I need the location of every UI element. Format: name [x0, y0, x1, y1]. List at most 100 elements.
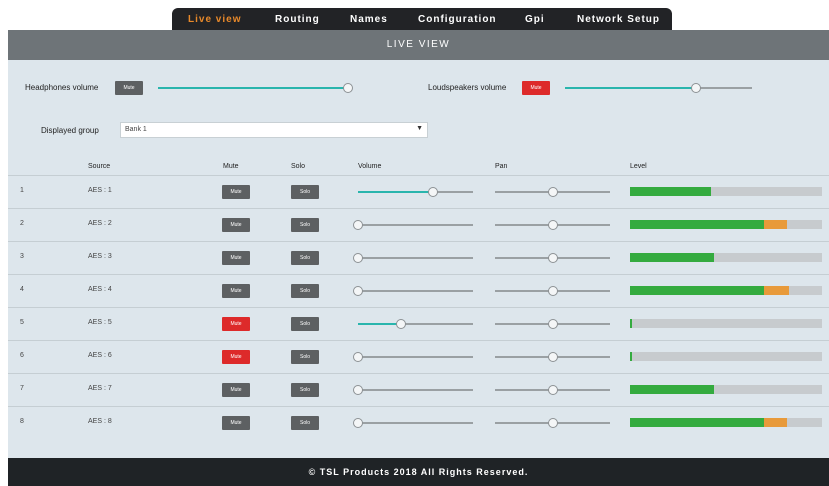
nav-names[interactable]: Names	[350, 14, 388, 25]
channel-number: 2	[20, 220, 24, 227]
slider-knob[interactable]	[547, 385, 558, 395]
headphones-mute-button[interactable]: Mute	[115, 81, 143, 95]
table-row: 2 AES : 2 Mute Solo	[8, 208, 829, 241]
volume-slider[interactable]	[353, 385, 473, 395]
solo-button[interactable]: Solo	[291, 284, 319, 298]
nav-live-view[interactable]: Live view	[188, 14, 241, 25]
slider-knob[interactable]	[427, 187, 438, 197]
solo-button[interactable]: Solo	[291, 218, 319, 232]
headphones-volume-slider[interactable]	[158, 83, 353, 93]
pan-slider[interactable]	[495, 220, 610, 230]
level-meter	[630, 286, 822, 295]
volume-slider[interactable]	[353, 352, 473, 362]
slider-knob[interactable]	[547, 220, 558, 230]
slider-knob[interactable]	[395, 319, 406, 329]
channel-source: AES : 6	[88, 352, 112, 359]
loudspeakers-volume-label: Loudspeakers volume	[428, 83, 507, 92]
solo-button[interactable]: Solo	[291, 317, 319, 331]
header-source: Source	[88, 163, 111, 170]
displayed-group-value: Bank 1	[125, 126, 147, 133]
mute-button[interactable]: Mute	[222, 185, 250, 199]
header-level: Level	[630, 163, 647, 170]
nav-routing[interactable]: Routing	[275, 14, 320, 25]
volume-slider[interactable]	[353, 286, 473, 296]
volume-slider[interactable]	[353, 418, 473, 428]
pan-slider[interactable]	[495, 319, 610, 329]
loudspeakers-mute-button[interactable]: Mute	[522, 81, 550, 95]
slider-knob[interactable]	[353, 352, 363, 362]
mute-button[interactable]: Mute	[222, 416, 250, 430]
nav-configuration[interactable]: Configuration	[418, 14, 497, 25]
level-meter	[630, 220, 822, 229]
pan-slider[interactable]	[495, 385, 610, 395]
solo-button[interactable]: Solo	[291, 185, 319, 199]
table-row: 4 AES : 4 Mute Solo	[8, 274, 829, 307]
channel-source: AES : 4	[88, 286, 112, 293]
slider-knob[interactable]	[547, 352, 558, 362]
mute-button[interactable]: Mute	[222, 317, 250, 331]
mute-button[interactable]: Mute	[222, 251, 250, 265]
solo-button[interactable]: Solo	[291, 416, 319, 430]
level-meter-peak	[764, 220, 788, 229]
channel-source: AES : 1	[88, 187, 112, 194]
channel-number: 7	[20, 385, 24, 392]
live-view-panel: Headphones volume Mute Loudspeakers volu…	[8, 60, 829, 458]
table-row: 5 AES : 5 Mute Solo	[8, 307, 829, 340]
slider-knob[interactable]	[547, 253, 558, 263]
channel-number: 8	[20, 418, 24, 425]
solo-button[interactable]: Solo	[291, 350, 319, 364]
slider-knob[interactable]	[690, 83, 701, 93]
pan-slider[interactable]	[495, 418, 610, 428]
table-row: 3 AES : 3 Mute Solo	[8, 241, 829, 274]
channel-number: 3	[20, 253, 24, 260]
level-meter-green	[630, 418, 765, 427]
level-meter-peak	[764, 286, 790, 295]
slider-knob[interactable]	[353, 253, 363, 263]
top-nav: Live view Routing Names Configuration Gp…	[172, 8, 672, 30]
channel-number: 5	[20, 319, 24, 326]
page-title: LIVE VIEW	[8, 30, 829, 60]
pan-slider[interactable]	[495, 253, 610, 263]
volume-slider[interactable]	[358, 319, 473, 329]
volume-slider[interactable]	[353, 220, 473, 230]
loudspeakers-volume-slider[interactable]	[565, 83, 752, 93]
pan-slider[interactable]	[495, 352, 610, 362]
slider-knob[interactable]	[547, 319, 558, 329]
level-meter	[630, 385, 822, 394]
level-meter	[630, 253, 822, 262]
channel-source: AES : 7	[88, 385, 112, 392]
headphones-volume-label: Headphones volume	[25, 83, 99, 92]
solo-button[interactable]: Solo	[291, 251, 319, 265]
nav-gpi[interactable]: Gpi	[525, 14, 545, 25]
slider-knob[interactable]	[547, 286, 558, 296]
slider-knob[interactable]	[353, 286, 363, 296]
header-solo: Solo	[291, 163, 306, 170]
level-meter	[630, 418, 822, 427]
footer-copyright: © TSL Products 2018 All Rights Reserved.	[8, 458, 829, 486]
mute-button[interactable]: Mute	[222, 284, 250, 298]
slider-knob[interactable]	[353, 385, 363, 395]
channel-number: 4	[20, 286, 24, 293]
mute-button[interactable]: Mute	[222, 350, 250, 364]
nav-network-setup[interactable]: Network Setup	[577, 14, 660, 25]
channel-source: AES : 2	[88, 220, 112, 227]
mute-button[interactable]: Mute	[222, 383, 250, 397]
volume-slider[interactable]	[353, 253, 473, 263]
volume-slider[interactable]	[358, 187, 473, 197]
level-meter-green	[630, 352, 632, 361]
mute-button[interactable]: Mute	[222, 218, 250, 232]
pan-slider[interactable]	[495, 286, 610, 296]
slider-knob[interactable]	[343, 83, 353, 93]
channel-number: 6	[20, 352, 24, 359]
slider-knob[interactable]	[353, 418, 363, 428]
pan-slider[interactable]	[495, 187, 610, 197]
displayed-group-select[interactable]: Bank 1 ▼	[120, 122, 428, 138]
slider-knob[interactable]	[547, 418, 558, 428]
level-meter-green	[630, 187, 711, 196]
solo-button[interactable]: Solo	[291, 383, 319, 397]
table-row: 7 AES : 7 Mute Solo	[8, 373, 829, 406]
slider-knob[interactable]	[353, 220, 363, 230]
channel-source: AES : 8	[88, 418, 112, 425]
slider-knob[interactable]	[547, 187, 558, 197]
header-mute: Mute	[223, 163, 239, 170]
